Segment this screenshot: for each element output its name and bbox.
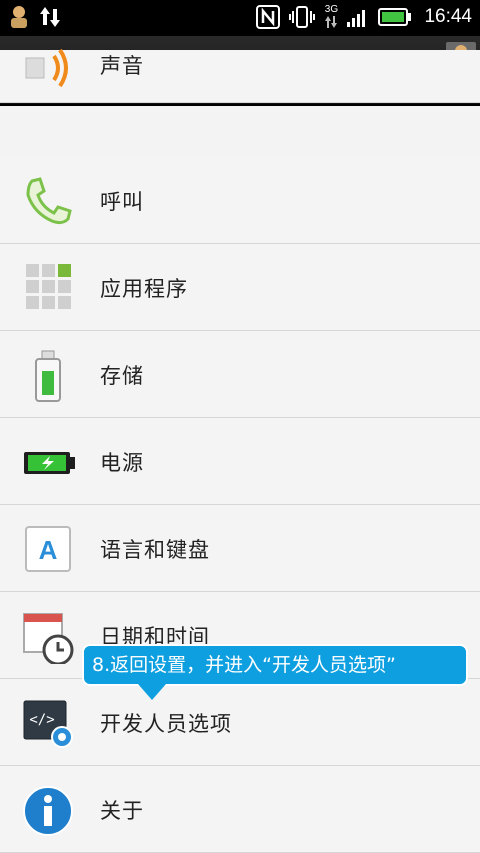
phone-icon (22, 175, 76, 229)
settings-item-about[interactable]: 关于 (0, 766, 480, 853)
svg-text:</>: </> (29, 712, 54, 728)
settings-item-label: 电源 (100, 451, 144, 475)
battery-icon (378, 8, 412, 26)
settings-item-sound[interactable]: 声音 (0, 48, 480, 103)
settings-item-storage[interactable]: 存储 (0, 331, 480, 418)
callout-pointer (138, 684, 166, 700)
clock: 16:44 (424, 6, 472, 27)
vibrate-icon (289, 6, 316, 28)
settings-item-developer-options[interactable]: </> 开发人员选项 (0, 679, 480, 766)
user-notification-icon (11, 6, 27, 28)
calendar-clock-icon (22, 610, 76, 666)
settings-item-label: 开发人员选项 (100, 712, 232, 736)
settings-item-label: 存储 (100, 364, 144, 388)
settings-item-label: 声音 (100, 54, 144, 78)
sound-icon (22, 38, 76, 92)
language-keyboard-icon: A (22, 523, 76, 577)
storage-icon (22, 349, 76, 403)
settings-item-language[interactable]: A 语言和键盘 (0, 505, 480, 592)
apps-grid-icon (22, 262, 76, 316)
svg-text:A: A (39, 535, 58, 565)
settings-item-label: 语言和键盘 (100, 538, 210, 562)
settings-item-call[interactable]: 呼叫 (0, 157, 480, 244)
instruction-callout: 8.返回设置，并进入“开发人员选项” (82, 644, 468, 686)
nfc-icon (256, 5, 281, 29)
network-3g-icon (325, 16, 338, 28)
status-bar: 3G 16:44 (0, 0, 480, 36)
data-transfer-icon (40, 7, 60, 27)
settings-item-label: 关于 (100, 799, 144, 823)
settings-item-power[interactable]: 电源 (0, 418, 480, 505)
settings-item-label: 应用程序 (100, 277, 188, 301)
network-type-label: 3G (324, 4, 339, 15)
settings-item-apps[interactable]: 应用程序 (0, 244, 480, 331)
info-icon (22, 784, 76, 838)
signal-icon (347, 10, 366, 27)
developer-options-icon: </> (22, 697, 76, 751)
settings-item-label: 呼叫 (100, 190, 144, 214)
battery-power-icon (22, 436, 76, 490)
